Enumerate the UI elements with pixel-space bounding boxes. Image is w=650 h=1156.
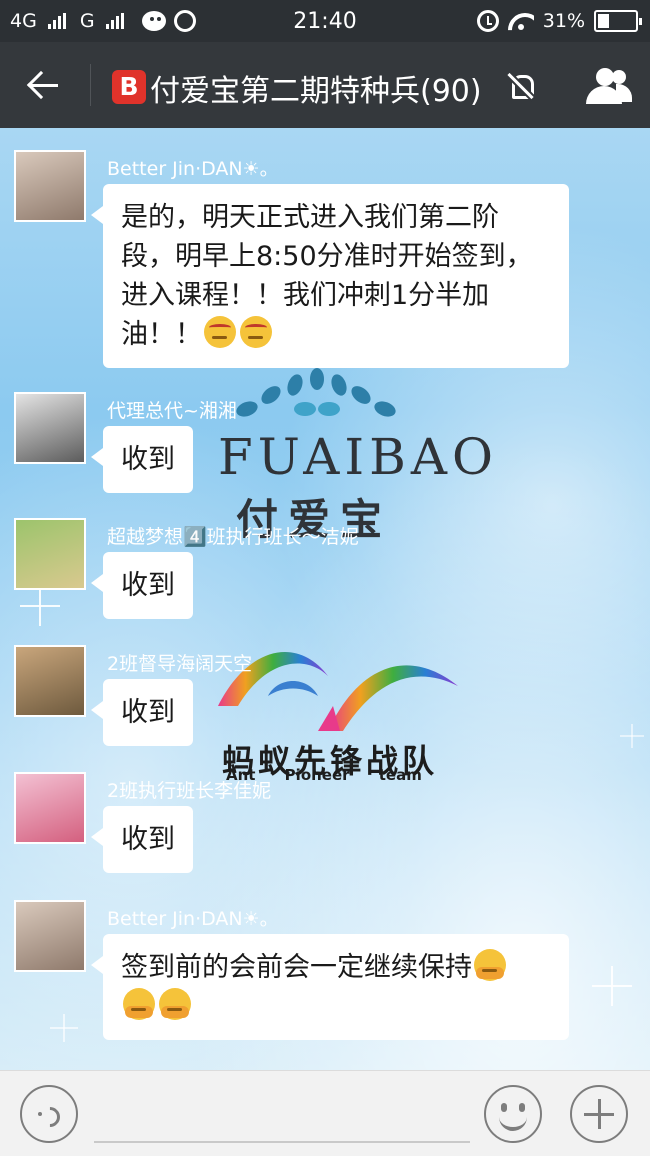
message-text: 收到 [121,824,175,855]
message-text: 收到 [121,570,175,601]
message-text: 签到前的会前会一定继续保持 [121,952,472,983]
giggle-face-emoji [474,949,506,981]
notification-icon [173,10,196,32]
sender-name: 2班督导海阔天空 [107,653,253,675]
sender-name: 代理总代~湘湘 [107,400,237,422]
status-bar: 4G G 21:40 31% [0,0,650,42]
chat-title: 付爱宝第二期特种兵(90) [150,74,482,109]
header-divider [90,64,91,106]
determined-face-emoji [240,316,272,348]
sparkle-decoration [592,966,632,1006]
sparkle-decoration [20,586,60,626]
determined-face-emoji [204,316,236,348]
battery-percent: 31% [542,10,585,32]
sender-name: Better Jin·DAN☀。 [107,158,279,180]
input-bar [0,1070,650,1156]
avatar[interactable] [14,900,86,972]
group-members-icon[interactable] [582,66,632,106]
wechat-icon [141,11,166,31]
signal-icon [47,13,66,29]
group-badge-icon: B [112,70,146,104]
message-input[interactable] [94,1089,470,1143]
giggle-face-emoji [159,988,191,1020]
fuaibao-leaves-logo [234,368,398,424]
avatar[interactable] [14,392,86,464]
battery-icon [594,10,642,32]
giggle-face-emoji [123,988,155,1020]
sender-name: 超越梦想4️⃣班执行班长～洁妮 [107,526,359,548]
message-bubble[interactable]: 收到 [91,426,193,493]
alarm-icon [476,10,499,32]
message-bubble[interactable]: 收到 [91,806,193,873]
mute-icon [506,71,536,101]
watermark-brand-en: FUAIBAO [218,428,498,486]
avatar[interactable] [14,645,86,717]
chat-header: B 付爱宝第二期特种兵(90) [0,42,650,128]
message-bubble[interactable]: 收到 [91,679,193,746]
sender-name: 2班执行班长李佳妮 [107,780,272,802]
sparkle-decoration [620,724,644,748]
avatar[interactable] [14,772,86,844]
message-text: 是的，明天正式进入我们第二阶段，明早上8:50分准时开始签到，进入课程！！我们冲… [121,202,533,350]
back-arrow-icon[interactable] [26,68,62,104]
network-g-label: G [79,10,95,32]
plus-icon[interactable] [570,1085,628,1143]
message-text: 收到 [121,444,175,475]
sparkle-decoration [50,1014,78,1042]
wifi-icon [508,11,534,31]
avatar[interactable] [14,150,86,222]
avatar[interactable] [14,518,86,590]
signal-icon-2 [105,13,124,29]
sender-name: Better Jin·DAN☀。 [107,908,279,930]
message-bubble[interactable]: 是的，明天正式进入我们第二阶段，明早上8:50分准时开始签到，进入课程！！我们冲… [91,184,569,368]
message-bubble[interactable]: 收到 [91,552,193,619]
voice-icon[interactable] [20,1085,78,1143]
message-bubble[interactable]: 签到前的会前会一定继续保持 [91,934,569,1040]
network-4g-label: 4G [10,10,37,32]
emoji-icon[interactable] [484,1085,542,1143]
chat-area[interactable]: FUAIBAO 付爱宝 蚂蚁先锋战队 Ant Pioneer team Bett… [0,128,650,1070]
message-text: 收到 [121,697,175,728]
